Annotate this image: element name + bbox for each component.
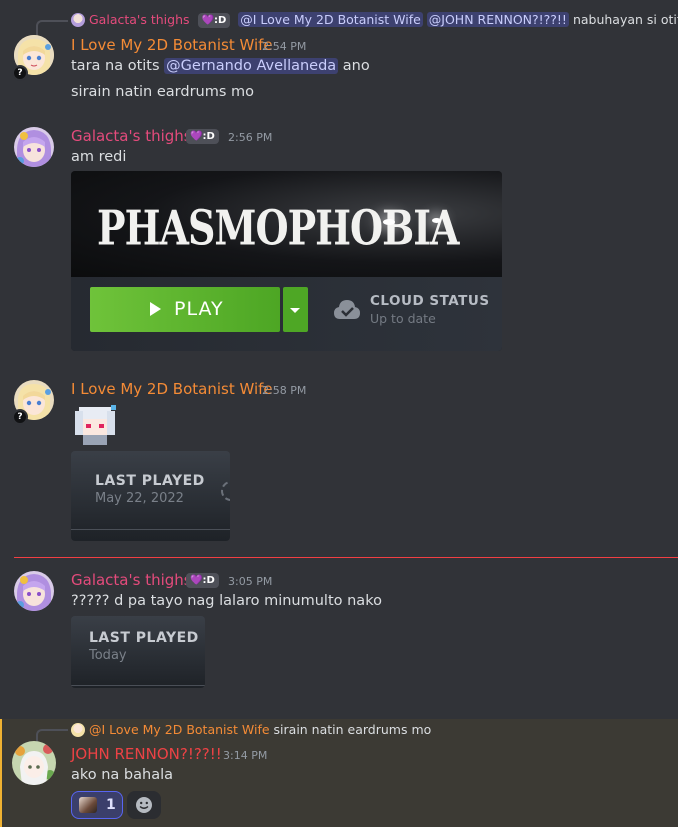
add-reaction-button[interactable] xyxy=(127,791,161,819)
card-subtitle: Today xyxy=(89,648,127,663)
reply-avatar xyxy=(71,723,85,737)
avatar[interactable] xyxy=(14,127,54,167)
reply-mention-1[interactable]: @I Love My 2D Botanist Wife xyxy=(238,12,423,27)
heart-icon: 💜 xyxy=(190,575,203,586)
reply-text: nabuhayan si otits xyxy=(572,12,678,27)
user-mention[interactable]: @Gernando Avellaneda xyxy=(164,58,339,74)
timestamp: 2:56 PM xyxy=(228,131,273,144)
heart-icon: 💜 xyxy=(190,131,203,142)
author-name[interactable]: JOHN RENNON?!??!! xyxy=(71,745,222,763)
author-name[interactable]: I Love My 2D Botanist Wife xyxy=(71,36,273,54)
last-played-card[interactable]: LAST PLAYED Today xyxy=(71,616,205,688)
game-banner: PHASMOPHOBIA xyxy=(71,171,502,277)
reply-text: sirain natin eardrums mo xyxy=(273,722,432,737)
author-name[interactable]: Galacta's thighs xyxy=(71,571,192,589)
message-text: am redi xyxy=(71,149,127,165)
reply-preview[interactable]: @I Love My 2D Botanist Wife sirain natin… xyxy=(71,722,431,737)
heart-icon: 💜 xyxy=(201,15,214,26)
message-text: tara na otits @Gernando Avellaneda ano xyxy=(71,58,370,74)
author-name[interactable]: Galacta's thighs xyxy=(71,127,192,145)
message-text: ako na bahala xyxy=(71,767,174,783)
status-icon: ? xyxy=(12,65,28,81)
role-badge: 💜:D xyxy=(197,13,231,28)
light-glow xyxy=(383,219,395,225)
light-glow xyxy=(432,218,441,223)
card-title: LAST PLAYED xyxy=(89,630,199,646)
avatar[interactable] xyxy=(12,741,56,785)
timestamp: 3:05 PM xyxy=(228,575,273,588)
reply-connector xyxy=(36,729,68,743)
play-icon xyxy=(150,302,161,316)
play-bar: PLAY CLOUD STATUS Up to date xyxy=(71,277,502,351)
message-text: sirain natin eardrums mo xyxy=(71,84,254,100)
card-divider xyxy=(71,685,205,686)
cloud-check-icon xyxy=(333,298,361,326)
message-text: ????? d pa tayo nag lalaro minumulto nak… xyxy=(71,593,382,609)
new-messages-divider xyxy=(14,557,678,558)
reaction-count: 1 xyxy=(106,797,116,813)
card-subtitle: May 22, 2022 xyxy=(95,491,184,506)
status-icon: ? xyxy=(12,409,28,425)
reply-connector xyxy=(36,20,68,36)
role-badge: 💜:D xyxy=(186,129,219,144)
play-dropdown-button[interactable] xyxy=(283,287,308,332)
add-reaction-icon xyxy=(136,797,152,813)
reply-mention-2[interactable]: @JOHN RENNON?!??!! xyxy=(426,12,569,27)
reply-author[interactable]: @I Love My 2D Botanist Wife xyxy=(89,722,270,737)
timestamp: 2:58 PM xyxy=(262,384,307,397)
play-button[interactable]: PLAY xyxy=(90,287,280,332)
timestamp: 2:54 PM xyxy=(262,40,307,53)
card-divider xyxy=(71,529,230,530)
loading-icon xyxy=(221,481,230,501)
cloud-status-title: CLOUD STATUS xyxy=(370,293,490,309)
reply-author[interactable]: Galacta's thighs xyxy=(89,12,190,27)
author-name[interactable]: I Love My 2D Botanist Wife xyxy=(71,380,273,398)
emoji-sticker[interactable] xyxy=(71,401,119,449)
role-badge: 💜:D xyxy=(186,573,219,588)
cloud-status-sub: Up to date xyxy=(370,311,436,326)
reaction-emoji-icon xyxy=(79,797,97,813)
reaction-button[interactable]: 1 xyxy=(71,791,123,819)
reply-preview[interactable]: Galacta's thighs 💜:D @I Love My 2D Botan… xyxy=(71,12,678,29)
last-played-card[interactable]: LAST PLAYED May 22, 2022 xyxy=(71,451,230,541)
play-label: PLAY xyxy=(174,298,224,320)
game-title: PHASMOPHOBIA xyxy=(97,199,460,256)
card-title: LAST PLAYED xyxy=(95,473,205,489)
avatar[interactable] xyxy=(14,571,54,611)
reply-avatar xyxy=(71,13,85,27)
dropdown-chevron-icon xyxy=(290,308,300,313)
game-embed[interactable]: PHASMOPHOBIA PLAY CLOUD STATUS Up to dat… xyxy=(71,171,502,351)
timestamp: 3:14 PM xyxy=(223,749,268,762)
